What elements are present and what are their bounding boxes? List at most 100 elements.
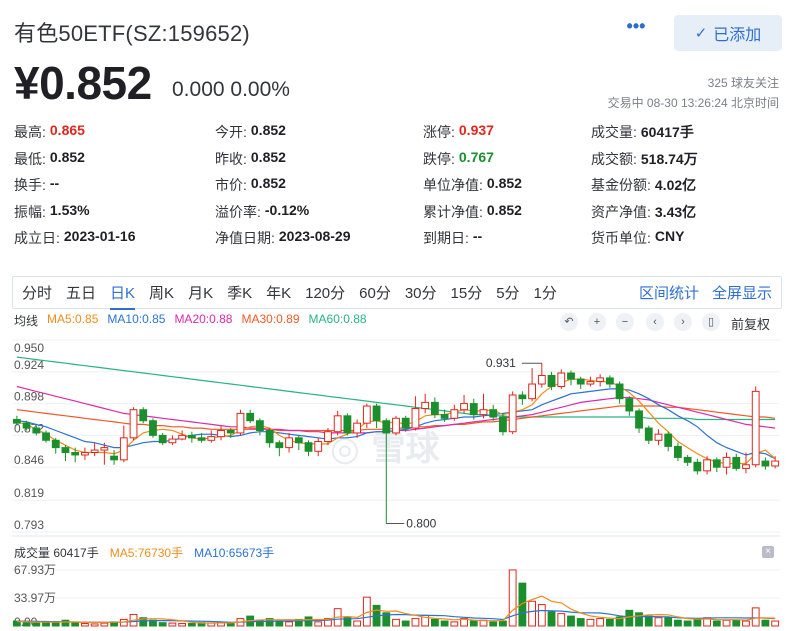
tab-3[interactable]: 周K bbox=[149, 282, 174, 303]
volume-bar-up bbox=[353, 620, 362, 627]
stat-item: 成交量: 60417手 bbox=[591, 122, 781, 142]
stat-item: 单位净值: 0.852 bbox=[423, 175, 591, 195]
zoom-in-icon[interactable]: + bbox=[588, 313, 606, 331]
stats-row: 最高: 0.865 今开: 0.852 涨停: 0.937 成交量: 60417手 bbox=[14, 119, 784, 146]
candle-down bbox=[61, 447, 70, 454]
chevron-left-icon[interactable]: ‹ bbox=[646, 313, 664, 331]
tab-10[interactable]: 15分 bbox=[451, 282, 483, 303]
stat-item: 振幅: 1.53% bbox=[14, 202, 215, 222]
stat-item: 今开: 0.852 bbox=[215, 122, 423, 142]
candle-up bbox=[596, 377, 605, 383]
candle-up bbox=[722, 456, 731, 468]
candle-down bbox=[304, 442, 313, 452]
stat-item: 最高: 0.865 bbox=[14, 122, 215, 142]
stat-label: 最高: bbox=[14, 124, 46, 141]
tab-2[interactable]: 日K bbox=[110, 282, 136, 310]
volume-bar-up bbox=[528, 600, 537, 627]
kline-chart[interactable]: 0.9500.9240.8980.8720.8460.8190.793◎ 雪球0… bbox=[0, 332, 787, 542]
candle-down bbox=[42, 432, 50, 441]
candle-down bbox=[605, 377, 614, 385]
range-stats-link[interactable]: 区间统计 bbox=[639, 282, 699, 303]
candle-down bbox=[547, 374, 556, 387]
ma-legend: 均线 MA5:0.85 MA10:0.85 MA20:0.88 MA30:0.8… bbox=[14, 312, 376, 328]
candle-down bbox=[158, 434, 167, 444]
volume-tick-label: 33.97万 bbox=[14, 591, 56, 605]
candle-down bbox=[635, 410, 643, 429]
stat-label: 基金份额: bbox=[591, 177, 651, 194]
stat-value: -- bbox=[472, 228, 483, 245]
tab-9[interactable]: 30分 bbox=[405, 282, 437, 303]
tab-5[interactable]: 季K bbox=[227, 282, 252, 303]
candle-down bbox=[518, 394, 527, 400]
volume-bar-down bbox=[732, 619, 741, 627]
followers-count: 325 球友关注 bbox=[707, 76, 779, 90]
ellipsis-icon[interactable]: ••• bbox=[624, 17, 648, 41]
check-icon: ✓ bbox=[694, 25, 708, 42]
stat-item: 累计净值: 0.852 bbox=[423, 202, 591, 222]
stat-label: 市价: bbox=[215, 177, 247, 194]
stat-item: 最低: 0.852 bbox=[14, 149, 215, 169]
y-tick-label: 0.819 bbox=[14, 486, 44, 500]
close-icon[interactable]: × bbox=[762, 546, 774, 558]
candle-down bbox=[294, 437, 303, 444]
candle-down bbox=[615, 383, 624, 400]
candle-down bbox=[343, 415, 352, 434]
candle-down bbox=[22, 422, 31, 429]
volume-bar-up bbox=[411, 618, 420, 627]
chevron-right-icon[interactable]: › bbox=[674, 313, 692, 331]
tab-6[interactable]: 年K bbox=[266, 282, 291, 303]
candle-down bbox=[683, 456, 692, 463]
stats-row: 最低: 0.852 昨收: 0.852 跌停: 0.767 成交额: 518.74万 bbox=[14, 146, 784, 173]
tab-1[interactable]: 五日 bbox=[66, 282, 96, 303]
stat-label: 到期日: bbox=[423, 230, 469, 247]
volume-chart[interactable]: 67.93万33.97万0.00 bbox=[0, 560, 787, 631]
zoom-out-icon[interactable]: − bbox=[616, 313, 634, 331]
candle-down bbox=[489, 409, 498, 418]
volume-bar-down bbox=[61, 619, 70, 627]
legend-ma30: MA30:0.89 bbox=[241, 312, 300, 326]
candle-down bbox=[187, 434, 196, 439]
trading-status: 交易中 08-30 13:26:24 北京时间 bbox=[607, 96, 779, 110]
added-watchlist-button[interactable]: ✓ 已添加 bbox=[674, 15, 782, 51]
volume-bar-up bbox=[586, 618, 595, 627]
volume-bar-down bbox=[576, 618, 585, 627]
candle-down bbox=[693, 461, 702, 472]
stat-label: 净值日期: bbox=[215, 230, 275, 247]
stat-item: 净值日期: 2023-08-29 bbox=[215, 228, 423, 248]
stat-label: 振幅: bbox=[14, 203, 46, 220]
volume-bar-down bbox=[430, 618, 439, 627]
tab-0[interactable]: 分时 bbox=[22, 282, 52, 303]
candle-up bbox=[178, 434, 187, 440]
candle-down bbox=[32, 427, 41, 434]
candle-down bbox=[712, 459, 721, 468]
tab-8[interactable]: 60分 bbox=[359, 282, 391, 303]
candle-up bbox=[333, 415, 342, 433]
candle-down bbox=[197, 437, 206, 441]
tab-12[interactable]: 1分 bbox=[534, 282, 557, 303]
candle-down bbox=[401, 417, 410, 429]
stats-grid: 最高: 0.865 今开: 0.852 涨停: 0.937 成交量: 60417手 最低: 0.8… bbox=[14, 119, 784, 252]
stats-row: 换手: -- 市价: 0.852 单位净值: 0.852 基金份额: 4.02亿 bbox=[14, 172, 784, 199]
stats-row: 成立日: 2023-01-16 净值日期: 2023-08-29 到期日: -- 货币单位:… bbox=[14, 225, 784, 252]
candle-down bbox=[761, 460, 770, 467]
candle-up bbox=[537, 374, 546, 385]
adjust-mode-button[interactable]: 前复权 bbox=[731, 314, 770, 333]
pin-icon[interactable]: ▯ bbox=[702, 313, 720, 331]
volume-bar-down bbox=[693, 618, 702, 627]
stat-item: 涨停: 0.937 bbox=[423, 122, 591, 142]
stat-value: 0.865 bbox=[49, 122, 85, 139]
candle-up bbox=[314, 441, 323, 452]
volume-bar-up bbox=[771, 620, 780, 627]
fullscreen-link[interactable]: 全屏显示 bbox=[712, 282, 772, 303]
stat-label: 成交量: bbox=[591, 124, 637, 141]
undo-icon[interactable]: ↶ bbox=[560, 313, 578, 331]
candle-down bbox=[275, 442, 284, 449]
legend-ma5: MA5:0.85 bbox=[47, 312, 99, 326]
volume-bar-up bbox=[751, 607, 760, 627]
candle-down bbox=[469, 403, 478, 416]
stat-value: 0.852 bbox=[486, 175, 522, 192]
tab-7[interactable]: 120分 bbox=[305, 282, 345, 303]
tab-4[interactable]: 月K bbox=[188, 282, 213, 303]
stat-item: 成立日: 2023-01-16 bbox=[14, 228, 215, 248]
tab-11[interactable]: 5分 bbox=[496, 282, 519, 303]
